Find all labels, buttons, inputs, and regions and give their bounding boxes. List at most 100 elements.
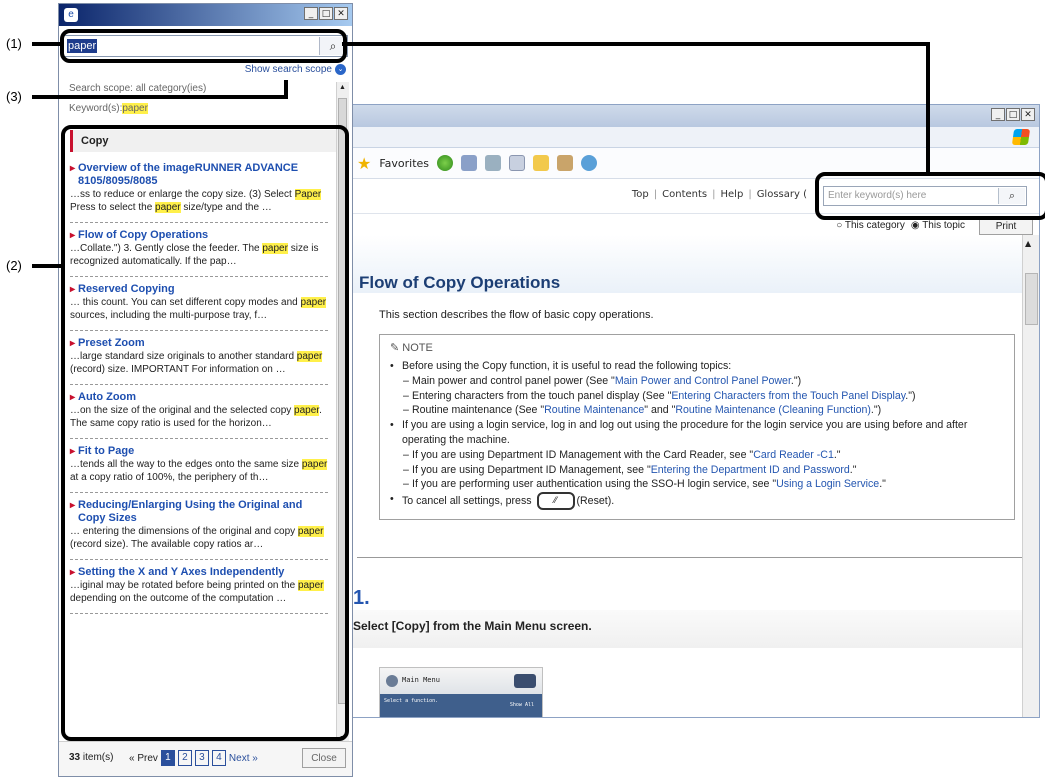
scroll-thumb[interactable] <box>1025 273 1038 325</box>
maximize-button[interactable]: □ <box>1006 108 1020 121</box>
page-1[interactable]: 1 <box>160 750 175 766</box>
search-value: paper <box>67 39 98 53</box>
page-4[interactable]: 4 <box>211 750 226 766</box>
messenger-icon[interactable] <box>581 155 598 171</box>
folder-icon[interactable] <box>533 155 550 171</box>
nav-help-link[interactable]: Help <box>721 189 744 200</box>
link-department-id[interactable]: Entering the Department ID and Password <box>651 464 850 476</box>
snippet-text: …Collate.") 3. Gently close the feeder. … <box>70 243 263 254</box>
note-sub-5: If you are using Department ID Managemen… <box>390 463 1005 478</box>
result-snippet: …iginal may be rotated before being prin… <box>70 579 328 605</box>
page-2[interactable]: 2 <box>177 750 192 766</box>
snippet-text: …large standard size originals to anothe… <box>70 351 297 362</box>
mail-icon[interactable] <box>461 155 478 171</box>
edit-icon[interactable] <box>509 155 526 171</box>
link-card-reader[interactable]: Card Reader -C1 <box>753 449 834 461</box>
snippet-text: …iginal may be rotated before being prin… <box>70 580 298 591</box>
note-bullet-3: To cancel all settings, press ⁄⁄(Reset). <box>390 492 1005 511</box>
snippet-text: (record size). The available copy ratios… <box>70 539 264 550</box>
pagination: « Prev 1 2 3 4 Next » <box>129 750 258 766</box>
show-search-scope-link[interactable]: Show search scope ⌄ <box>245 64 346 75</box>
main-menu-screenshot: Main Menu Select a function. Show All <box>379 667 543 717</box>
favorites-label[interactable]: Favorites <box>379 157 429 170</box>
link-main-power[interactable]: Main Power and Control Panel Power <box>615 375 791 387</box>
page-3[interactable]: 3 <box>194 750 209 766</box>
result-title-link[interactable]: Reserved Copying <box>70 283 328 296</box>
radio-this-topic[interactable]: ◉ This topic <box>911 220 965 231</box>
result-item[interactable]: Auto Zoom…on the size of the original an… <box>70 385 328 439</box>
nav-glossary-link[interactable]: Glossary ( <box>757 189 807 200</box>
result-item[interactable]: Flow of Copy Operations…Collate.") 3. Ge… <box>70 223 328 277</box>
result-item[interactable]: Fit to Page…tends all the way to the edg… <box>70 439 328 493</box>
panel-search-input[interactable]: paper ⌕ <box>62 35 348 57</box>
close-window-button[interactable]: ✕ <box>1021 108 1035 121</box>
topic-content: Flow of Copy Operations This section des… <box>353 235 1023 717</box>
note-heading: ✎ NOTE <box>390 341 433 354</box>
result-title-link[interactable]: Overview of the imageRUNNER ADVANCE 8105… <box>70 162 328 188</box>
panel-close-button[interactable]: ✕ <box>334 7 348 20</box>
keyword-highlight: paper <box>296 351 323 362</box>
result-count: 33 item(s) <box>69 752 113 763</box>
browser-title-bar: _ □ ✕ <box>353 105 1039 127</box>
browser-menu-bar <box>353 127 1039 148</box>
panel-maximize-button[interactable]: □ <box>319 7 333 20</box>
result-item[interactable]: Reducing/Enlarging Using the Original an… <box>70 493 328 560</box>
browser-toolbar: ★ Favorites <box>353 148 1039 179</box>
close-button[interactable]: Close <box>302 748 346 768</box>
mini-subtitle-bar: Select a function. Show All <box>380 694 542 717</box>
add-favorite-icon[interactable] <box>437 155 454 171</box>
mini-home-icon <box>514 674 536 688</box>
prev-page-link[interactable]: « Prev <box>129 753 158 764</box>
callout-connector-down <box>926 42 930 174</box>
keyword-highlight: paper <box>301 459 328 470</box>
mini-title-bar: Main Menu <box>380 668 542 694</box>
snippet-text: …ss to reduce or enlarge the copy size. … <box>70 189 295 200</box>
minimize-button[interactable]: _ <box>991 108 1005 121</box>
nav-top-link[interactable]: Top <box>632 189 649 200</box>
favorites-star-icon[interactable]: ★ <box>357 154 371 173</box>
mini-title: Main Menu <box>402 676 440 684</box>
result-title-link[interactable]: Setting the X and Y Axes Independently <box>70 566 328 579</box>
app-icon: e <box>64 8 78 22</box>
radio-this-category[interactable]: ○ This category <box>836 220 905 231</box>
results-list: Copy Overview of the imageRUNNER ADVANCE… <box>62 126 336 738</box>
result-snippet: …on the size of the original and the sel… <box>70 404 328 430</box>
link-entering-characters[interactable]: Entering Characters from the Touch Panel… <box>671 390 905 402</box>
link-routine-maintenance[interactable]: Routine Maintenance <box>544 404 644 416</box>
result-item[interactable]: Reserved Copying… this count. You can se… <box>70 277 328 331</box>
print-button[interactable]: Print <box>979 217 1033 235</box>
result-item[interactable]: Preset Zoom…large standard size original… <box>70 331 328 385</box>
nav-contents-link[interactable]: Contents <box>662 189 707 200</box>
result-title-link[interactable]: Preset Zoom <box>70 337 328 350</box>
next-page-link[interactable]: Next » <box>229 753 258 764</box>
section-divider <box>357 557 1023 558</box>
keyword-highlight: Paper <box>294 189 322 200</box>
result-title-link[interactable]: Flow of Copy Operations <box>70 229 328 242</box>
search-scope-text: Search scope: all category(ies) <box>69 83 207 93</box>
result-title-link[interactable]: Auto Zoom <box>70 391 328 404</box>
panel-minimize-button[interactable]: _ <box>304 7 318 20</box>
results-scroll-up-icon[interactable]: ▲ <box>339 84 346 91</box>
link-login-service[interactable]: Using a Login Service <box>776 478 879 490</box>
link-cleaning-function[interactable]: Routine Maintenance (Cleaning Function) <box>675 404 871 416</box>
scroll-up-arrow-icon[interactable]: ▲ <box>1025 239 1031 248</box>
print-icon[interactable] <box>485 155 502 171</box>
content-scrollbar[interactable]: ▲ <box>1022 235 1039 717</box>
research-icon[interactable] <box>557 155 574 171</box>
results-scrollbar[interactable]: ▲ ▼ <box>336 82 349 744</box>
results-scroll-thumb[interactable] <box>338 98 347 704</box>
snippet-text: Press to select the <box>70 202 156 213</box>
panel-title-bar: e _ □ ✕ <box>59 4 352 26</box>
note-list: Before using the Copy function, it is us… <box>390 359 1005 511</box>
snippet-text: depending on the outcome of the computat… <box>70 593 287 604</box>
search-icon[interactable]: ⌕ <box>998 188 1025 204</box>
panel-search-icon[interactable]: ⌕ <box>319 37 346 55</box>
result-title-link[interactable]: Reducing/Enlarging Using the Original an… <box>70 499 328 525</box>
result-item[interactable]: Setting the X and Y Axes Independently…i… <box>70 560 328 614</box>
result-snippet: …ss to reduce or enlarge the copy size. … <box>70 188 328 214</box>
result-title-link[interactable]: Fit to Page <box>70 445 328 458</box>
result-count-suffix: item(s) <box>82 752 114 763</box>
result-item[interactable]: Overview of the imageRUNNER ADVANCE 8105… <box>70 156 328 223</box>
callout-label-3: (3) <box>6 89 22 104</box>
keyword-search-input[interactable]: Enter keyword(s) here ⌕ <box>823 186 1027 206</box>
